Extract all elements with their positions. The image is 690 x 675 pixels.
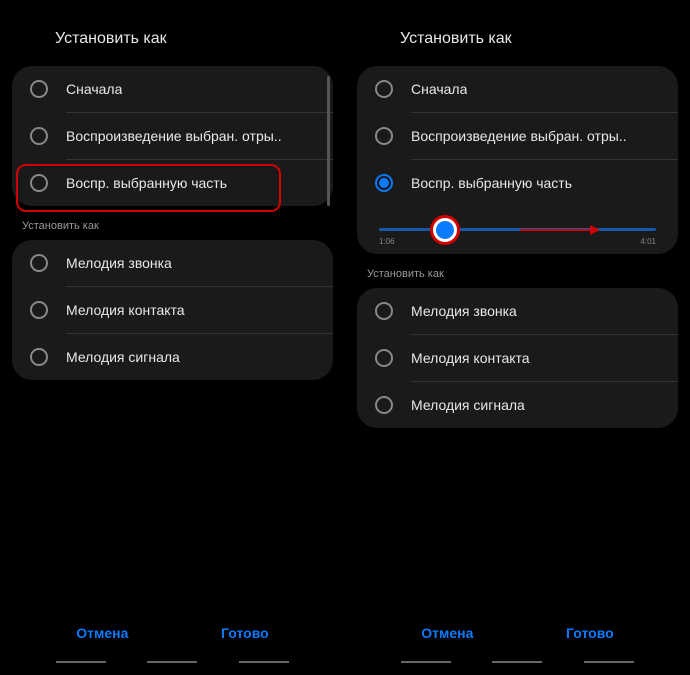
nav-bars (345, 661, 690, 663)
option-label: Мелодия сигнала (66, 349, 180, 365)
radio-icon (30, 127, 48, 145)
nav-bar[interactable] (147, 661, 197, 663)
option-label: Воспроизведение выбран. отры.. (66, 128, 282, 144)
bottom-buttons: Отмена Готово (0, 625, 345, 641)
playback-slider[interactable]: 1:06 4:01 (357, 206, 678, 254)
option-play-selected-part-long[interactable]: Воспроизведение выбран. отры.. (12, 113, 333, 159)
playback-options-card: Сначала Воспроизведение выбран. отры.. В… (12, 66, 333, 206)
radio-icon (30, 174, 48, 192)
radio-icon (30, 80, 48, 98)
radio-icon (375, 80, 393, 98)
slider-end-time: 4:01 (640, 237, 656, 246)
radio-icon (375, 127, 393, 145)
radio-icon (375, 349, 393, 367)
bottom-buttons: Отмена Готово (345, 625, 690, 641)
option-label: Мелодия контакта (66, 302, 185, 318)
option-label: Мелодия сигнала (411, 397, 525, 413)
cancel-button[interactable]: Отмена (421, 625, 473, 641)
option-label: Мелодия звонка (66, 255, 172, 271)
nav-bar[interactable] (239, 661, 289, 663)
screen-title: Установить как (0, 0, 345, 66)
nav-bar[interactable] (401, 661, 451, 663)
option-notification-melody[interactable]: Мелодия сигнала (357, 382, 678, 428)
section-subtitle: Установить как (0, 206, 345, 240)
option-ringtone[interactable]: Мелодия звонка (12, 240, 333, 286)
nav-bar[interactable] (492, 661, 542, 663)
done-button[interactable]: Готово (566, 625, 614, 641)
option-label: Мелодия звонка (411, 303, 517, 319)
nav-bar[interactable] (56, 661, 106, 663)
screen-title: Установить как (345, 0, 690, 66)
option-contact-melody[interactable]: Мелодия контакта (12, 287, 333, 333)
done-button[interactable]: Готово (221, 625, 269, 641)
cancel-button[interactable]: Отмена (76, 625, 128, 641)
right-panel: Установить как Сначала Воспроизведение в… (345, 0, 690, 675)
left-panel: Установить как Сначала Воспроизведение в… (0, 0, 345, 675)
set-as-options-card: Мелодия звонка Мелодия контакта Мелодия … (12, 240, 333, 380)
option-label: Воспр. выбранную часть (411, 175, 572, 191)
option-from-beginning[interactable]: Сначала (357, 66, 678, 112)
playback-options-card: Сначала Воспроизведение выбран. отры.. В… (357, 66, 678, 254)
radio-icon (375, 396, 393, 414)
arrow-annotation-icon (520, 223, 600, 237)
option-play-selected-part-long[interactable]: Воспроизведение выбран. отры.. (357, 113, 678, 159)
option-label: Воспроизведение выбран. отры.. (411, 128, 627, 144)
section-subtitle: Установить как (345, 254, 690, 288)
radio-icon (375, 302, 393, 320)
slider-start-time: 1:06 (379, 237, 395, 246)
option-label: Воспр. выбранную часть (66, 175, 227, 191)
radio-icon-checked (375, 174, 393, 192)
option-ringtone[interactable]: Мелодия звонка (357, 288, 678, 334)
option-label: Мелодия контакта (411, 350, 530, 366)
option-contact-melody[interactable]: Мелодия контакта (357, 335, 678, 381)
option-play-selected-part[interactable]: Воспр. выбранную часть (12, 160, 333, 206)
option-from-beginning[interactable]: Сначала (12, 66, 333, 112)
slider-times: 1:06 4:01 (379, 237, 656, 246)
radio-icon (30, 301, 48, 319)
option-label: Сначала (66, 81, 122, 97)
nav-bars (0, 661, 345, 663)
radio-icon (30, 348, 48, 366)
nav-bar[interactable] (584, 661, 634, 663)
option-play-selected-part[interactable]: Воспр. выбранную часть (357, 160, 678, 206)
option-notification-melody[interactable]: Мелодия сигнала (12, 334, 333, 380)
radio-icon (30, 254, 48, 272)
option-label: Сначала (411, 81, 467, 97)
slider-track[interactable] (379, 228, 656, 231)
set-as-options-card: Мелодия звонка Мелодия контакта Мелодия … (357, 288, 678, 428)
slider-thumb[interactable] (433, 218, 457, 242)
